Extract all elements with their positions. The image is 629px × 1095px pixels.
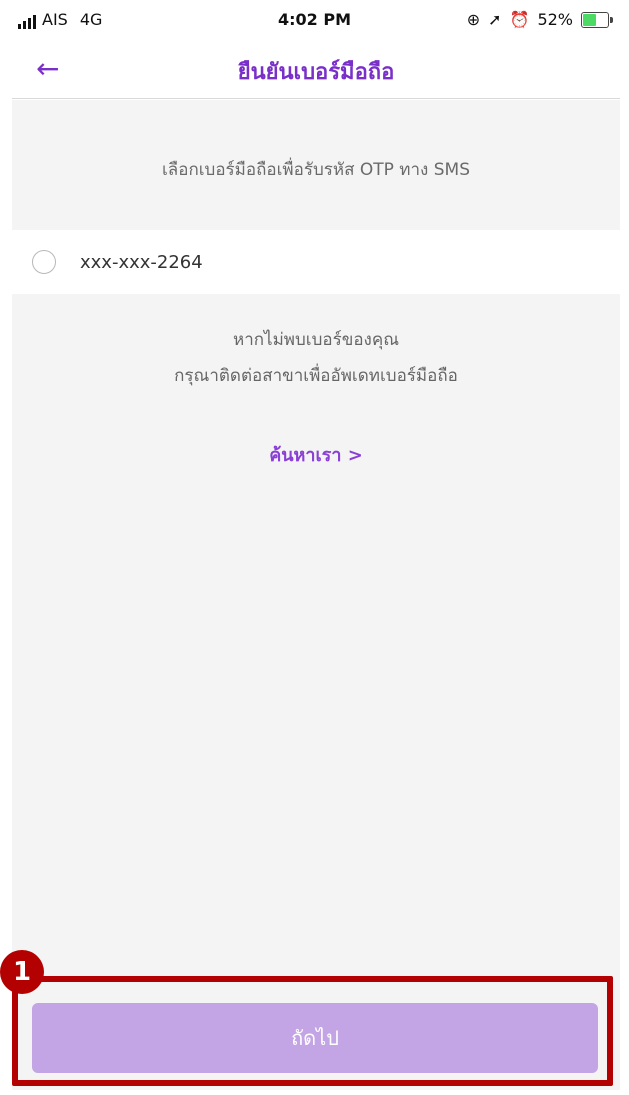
status-bar: AIS 4G 4:02 PM ⊕ ➚ ⏰ 52% (0, 0, 629, 40)
status-icons: ⊕ ➚ ⏰ 52% (466, 10, 613, 29)
alarm-icon: ⏰ (509, 10, 530, 29)
battery-percent: 52% (537, 10, 573, 29)
not-found-line-1: หากไม่พบเบอร์ของคุณ (232, 330, 399, 350)
location-arrow-icon: ➚ (488, 10, 502, 29)
phone-number: xxx-xxx-2264 (80, 251, 203, 273)
location-lock-icon: ⊕ (466, 10, 481, 29)
callout-badge: 1 (0, 950, 44, 994)
nav-header: ← ยืนยันเบอร์มือถือ (12, 40, 620, 99)
main-content: เลือกเบอร์มือถือเพื่อรับรหัส OTP ทาง SMS… (12, 100, 620, 1090)
radio-button[interactable] (32, 250, 56, 274)
phone-option-row[interactable]: xxx-xxx-2264 (12, 230, 620, 294)
highlight-frame (12, 976, 613, 1086)
not-found-line-2: กรุณาติดต่อสาขาเพื่ออัพเดทเบอร์มือถือ (174, 366, 458, 386)
page-title: ยืนยันเบอร์มือถือ (237, 60, 395, 85)
find-us-link[interactable]: ค้นหาเรา > (12, 440, 620, 469)
battery-icon (581, 11, 613, 28)
instruction-text: เลือกเบอร์มือถือเพื่อรับรหัส OTP ทาง SMS (162, 160, 470, 180)
not-found-message: หากไม่พบเบอร์ของคุณ กรุณาติดต่อสาขาเพื่อ… (12, 322, 620, 394)
